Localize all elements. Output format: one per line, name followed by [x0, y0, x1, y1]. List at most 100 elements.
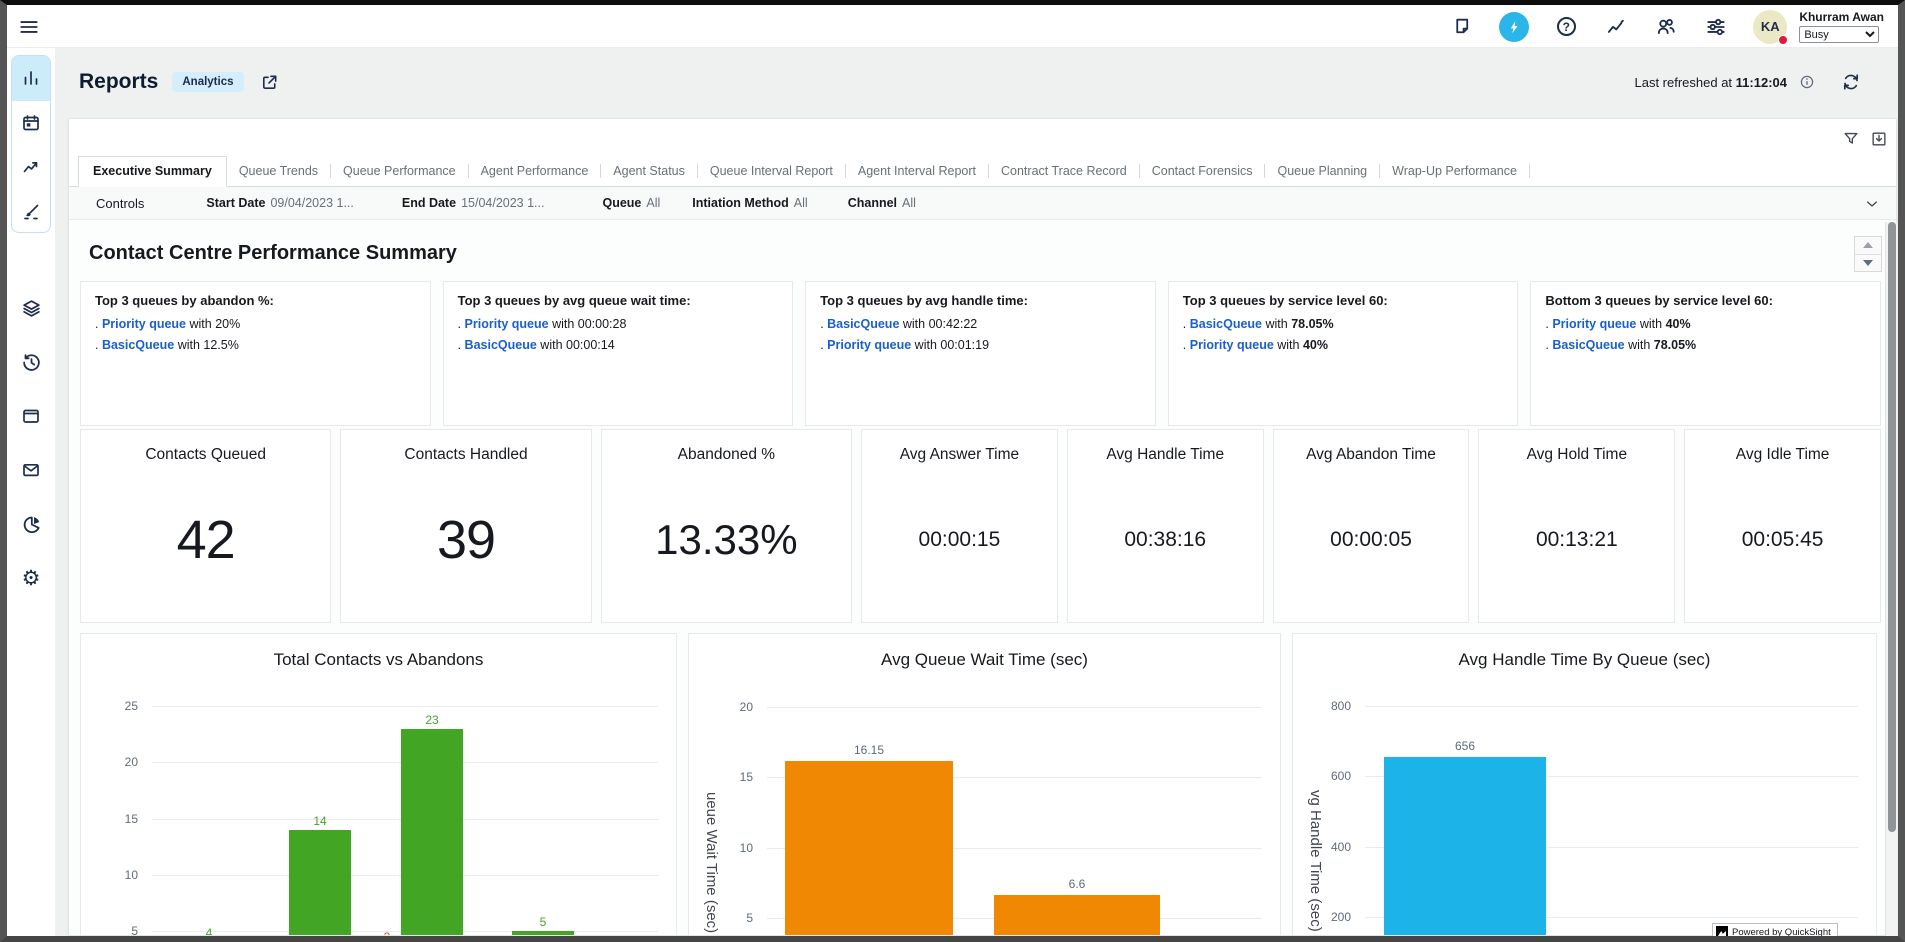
kpi-card-avg-idle-time: Avg Idle Time00:05:45 [1684, 429, 1881, 623]
topbar-actions: ? KA Khurram Awan Busy [1449, 5, 1884, 48]
control-end-date[interactable]: End Date15/04/2023 1... [402, 196, 545, 210]
queue-link[interactable]: Priority queue [827, 338, 911, 352]
control-start-date[interactable]: Start Date09/04/2023 1... [206, 196, 353, 210]
bar-5 [512, 931, 574, 936]
bar-23 [401, 729, 463, 937]
users-icon[interactable] [1653, 14, 1679, 40]
hamburger-menu-icon[interactable] [15, 13, 43, 41]
bar-value-label: 14 [275, 814, 365, 828]
sidebar-item-mail[interactable] [11, 450, 51, 490]
sliders-icon[interactable] [1703, 14, 1729, 40]
y-tick-label: 5 [98, 924, 138, 936]
external-link-icon[interactable] [260, 73, 279, 92]
y-tick-label: 20 [98, 755, 138, 769]
dashboard-toolbar [69, 119, 1896, 157]
gridline [1365, 706, 1858, 707]
kpi-value: 00:05:45 [1685, 430, 1880, 622]
tab-contact-forensics[interactable]: Contact Forensics [1140, 157, 1265, 186]
sidebar-item-layers[interactable] [11, 288, 51, 328]
control-queue[interactable]: QueueAll [602, 196, 660, 210]
connector-text: with [1262, 317, 1291, 331]
bullet-dot: . [1183, 317, 1190, 331]
user-name: Khurram Awan [1799, 10, 1884, 24]
last-refreshed-time: 11:12:04 [1736, 75, 1787, 90]
queue-link[interactable]: BasicQueue [1552, 338, 1624, 352]
tab-queue-interval-report[interactable]: Queue Interval Report [698, 157, 845, 186]
connector-text: with [1636, 317, 1665, 331]
metrics-icon[interactable] [1603, 14, 1629, 40]
left-sidebar: ⚙ [7, 48, 55, 936]
queue-link[interactable]: Priority queue [1190, 338, 1274, 352]
sidebar-item-line-chart[interactable] [12, 145, 50, 190]
tab-agent-status[interactable]: Agent Status [601, 157, 697, 186]
insight-value: 40% [1303, 338, 1328, 352]
control-label: Queue [602, 196, 641, 210]
spinner-down-button[interactable] [1855, 254, 1881, 272]
note-icon[interactable] [1449, 14, 1475, 40]
lightning-icon[interactable] [1499, 12, 1529, 42]
refresh-icon[interactable] [1841, 72, 1861, 92]
insight-value: 00:01:19 [940, 338, 989, 352]
queue-link[interactable]: Priority queue [465, 317, 549, 331]
queue-link[interactable]: BasicQueue [827, 317, 899, 331]
insight-card: Top 3 queues by avg queue wait time: . Pr… [443, 281, 794, 426]
info-icon[interactable] [1799, 74, 1815, 90]
control-label: Intiation Method [692, 196, 789, 210]
controls-chevron-down-icon[interactable] [1864, 196, 1880, 212]
control-channel[interactable]: ChannelAll [848, 196, 916, 210]
sidebar-item-pie-chart[interactable] [11, 504, 51, 544]
kpi-value: 00:38:16 [1068, 430, 1263, 622]
chart-total-contacts-vs-abandons: Total Contacts vs Abandons25201510541432… [80, 633, 677, 936]
kpi-value: 00:00:15 [862, 430, 1057, 622]
sidebar-item-bar-chart[interactable] [12, 56, 50, 101]
queue-link[interactable]: BasicQueue [102, 338, 174, 352]
sheet-scroll-spinner [1854, 236, 1882, 272]
y-tick-label: 25 [98, 699, 138, 713]
queue-link[interactable]: Priority queue [1552, 317, 1636, 331]
bar-656 [1384, 757, 1546, 936]
tab-agent-performance[interactable]: Agent Performance [469, 157, 601, 186]
quicksight-logo-icon [1716, 926, 1728, 938]
controls-label: Controls [96, 196, 144, 211]
insight-value: 40% [1666, 317, 1691, 331]
help-icon[interactable]: ? [1553, 14, 1579, 40]
queue-link[interactable]: Priority queue [102, 317, 186, 331]
insight-line: . BasicQueue with 78.05% [1183, 317, 1504, 331]
chart-title: Avg Handle Time By Queue (sec) [1293, 650, 1876, 670]
avatar[interactable]: KA [1753, 10, 1787, 44]
spinner-up-button[interactable] [1855, 237, 1881, 254]
tab-contract-trace-record[interactable]: Contract Trace Record [989, 157, 1139, 186]
control-intiation-method[interactable]: Intiation MethodAll [692, 196, 807, 210]
sidebar-item-annotate-brush[interactable] [12, 190, 50, 234]
y-tick-label: 15 [713, 770, 753, 784]
insight-card-title: Top 3 queues by avg queue wait time: [458, 293, 779, 308]
tab-queue-performance[interactable]: Queue Performance [331, 157, 468, 186]
kpi-card-contacts-queued: Contacts Queued42 [80, 429, 331, 623]
queue-link[interactable]: BasicQueue [1190, 317, 1262, 331]
scrollbar-thumb[interactable] [1888, 222, 1896, 832]
sidebar-item-calendar[interactable] [12, 101, 50, 146]
filter-funnel-icon[interactable] [1842, 130, 1860, 148]
sidebar-item-history[interactable] [11, 342, 51, 382]
bar-value-label: 656 [1420, 739, 1510, 753]
tab-wrap-up-performance[interactable]: Wrap-Up Performance [1380, 157, 1529, 186]
insight-line: . BasicQueue with 00:00:14 [458, 338, 779, 352]
sidebar-item-window[interactable] [11, 396, 51, 436]
bullet-dot: . [95, 338, 102, 352]
tab-agent-interval-report[interactable]: Agent Interval Report [846, 157, 988, 186]
tab-executive-summary[interactable]: Executive Summary [78, 156, 227, 187]
sidebar-item-settings[interactable]: ⚙ [11, 558, 51, 598]
kpi-card-contacts-handled: Contacts Handled39 [340, 429, 591, 623]
control-label: Start Date [206, 196, 265, 210]
queue-link[interactable]: BasicQueue [465, 338, 537, 352]
insight-line: . Priority queue with 00:00:28 [458, 317, 779, 331]
export-download-icon[interactable] [1870, 130, 1888, 148]
status-select[interactable]: Busy [1799, 26, 1879, 43]
control-label: End Date [402, 196, 456, 210]
tab-separator [1529, 164, 1530, 178]
kpi-value: 13.33% [602, 430, 851, 622]
control-value: All [902, 196, 916, 210]
tab-queue-planning[interactable]: Queue Planning [1265, 157, 1379, 186]
tab-queue-trends[interactable]: Queue Trends [227, 157, 330, 186]
dashboard-scrollbar[interactable] [1885, 222, 1897, 936]
